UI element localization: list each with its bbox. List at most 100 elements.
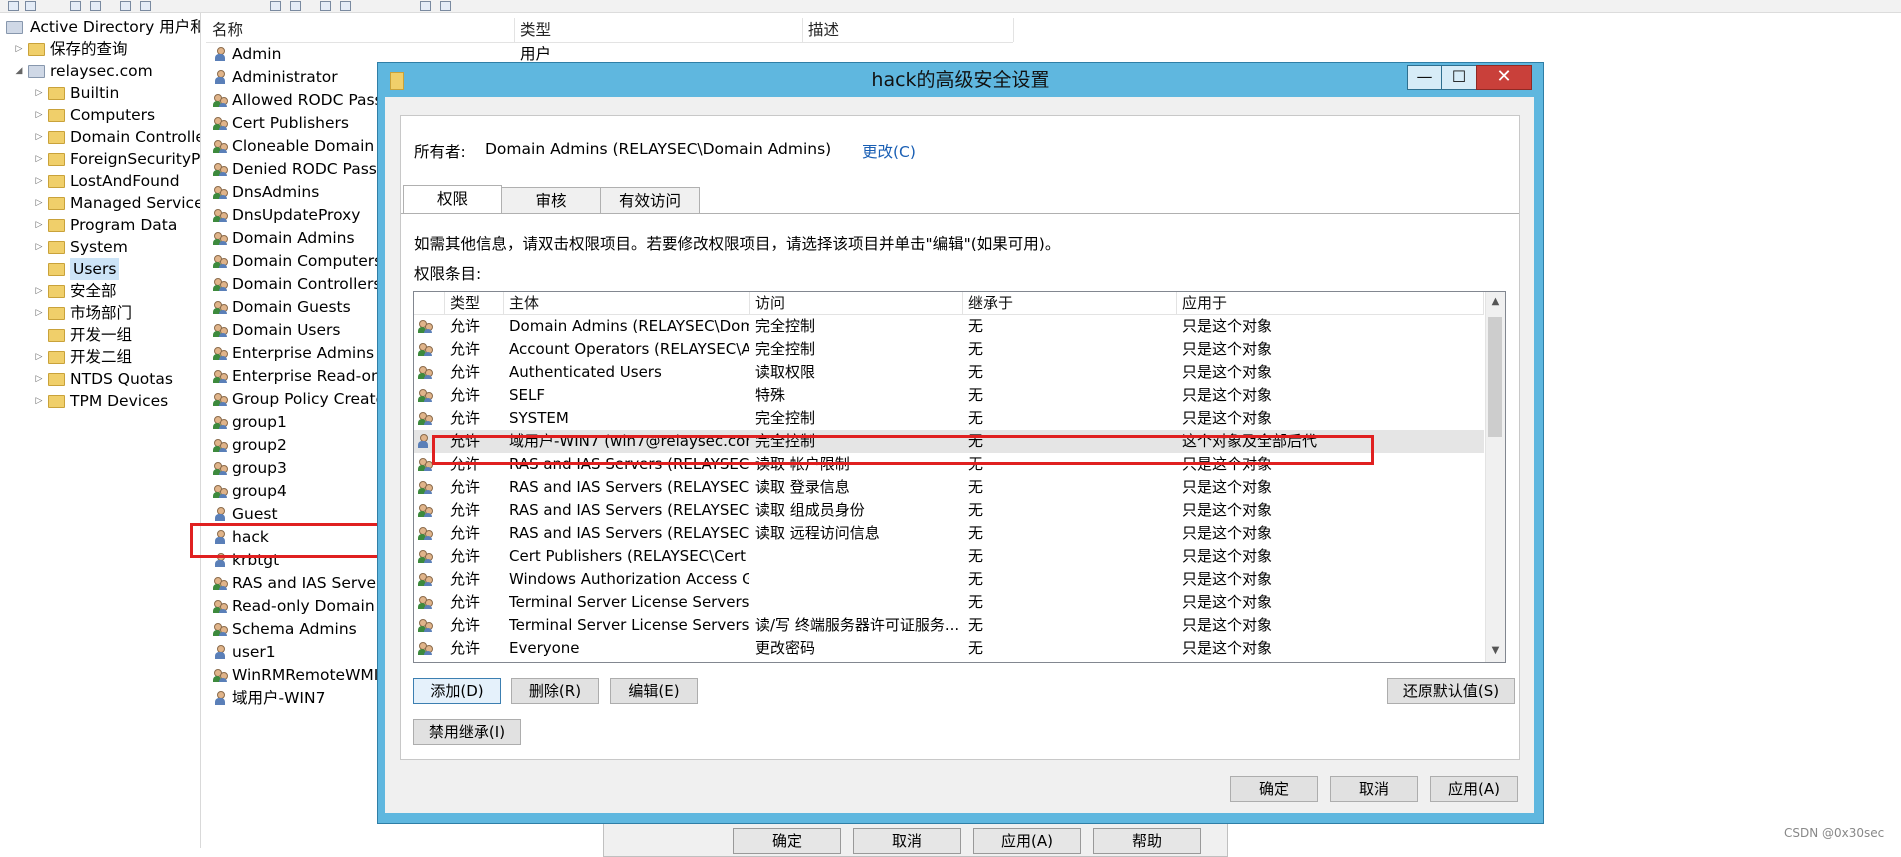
folder-icon — [48, 351, 65, 364]
permission-entry-row[interactable]: 允许 RAS and IAS Servers (RELAYSEC\... 读取 组成… — [414, 499, 1484, 522]
expand-arrow-icon[interactable]: ▷ — [34, 214, 44, 236]
entry-principal: Account Operators (RELAYSEC\A... — [509, 340, 749, 358]
expand-arrow-icon[interactable]: ▷ — [34, 346, 44, 368]
minimize-button[interactable]: — — [1407, 65, 1442, 90]
permission-entry-row[interactable]: 允许 Terminal Server License Servers (... 读/… — [414, 614, 1484, 637]
find-icon[interactable] — [440, 1, 451, 11]
permission-entry-row[interactable]: 允许 Domain Admins (RELAYSEC\Dom... 完全控制 无 只是这… — [414, 315, 1484, 338]
expand-arrow-icon[interactable]: ▷ — [34, 126, 44, 148]
scroll-down-arrow-icon[interactable]: ▼ — [1489, 645, 1502, 658]
list-item-name: group3 — [232, 459, 287, 477]
list-item-name: Domain Computers — [232, 252, 383, 270]
properties-icon[interactable] — [120, 1, 131, 11]
add-button[interactable]: 添加(D) — [413, 678, 501, 704]
tree-item-label: Computers — [70, 106, 156, 124]
scroll-up-arrow-icon[interactable]: ▲ — [1489, 296, 1502, 309]
refresh-icon[interactable] — [140, 1, 151, 11]
close-button[interactable]: ✕ — [1476, 65, 1532, 90]
tab-permissions[interactable]: 权限 — [403, 185, 502, 214]
expand-arrow-icon[interactable]: ▷ — [34, 390, 44, 412]
permission-entry-row[interactable]: 允许 SELF 特殊 无 只是这个对象 — [414, 384, 1484, 407]
group-icon — [213, 254, 228, 268]
user-add-icon[interactable] — [320, 1, 331, 11]
ok-button[interactable]: 确定 — [1230, 776, 1318, 802]
scrollbar-thumb[interactable] — [1488, 317, 1502, 437]
column-header-icon — [414, 292, 445, 314]
group-icon — [213, 277, 228, 291]
column-header-applies-to[interactable]: 应用于 — [1177, 292, 1484, 314]
back-icon[interactable] — [8, 1, 19, 11]
apply-button[interactable]: 应用(A) — [1430, 776, 1518, 802]
remove-button[interactable]: 删除(R) — [511, 678, 599, 704]
entry-type: 允许 — [450, 524, 481, 542]
column-header-name[interactable]: 名称 — [206, 18, 515, 42]
cancel-button[interactable]: 取消 — [1330, 776, 1418, 802]
export-icon[interactable] — [270, 1, 281, 11]
expand-arrow-icon[interactable]: ▷ — [34, 192, 44, 214]
restore-defaults-button[interactable]: 还原默认值(S) — [1387, 678, 1515, 704]
entry-principal: Terminal Server License Servers (... — [509, 616, 749, 634]
expand-arrow-icon[interactable]: ▷ — [14, 38, 24, 60]
entry-applies: 只是这个对象 — [1182, 639, 1273, 657]
tab-effective-access[interactable]: 有效访问 — [600, 187, 700, 214]
list-item-name: Schema Admins — [232, 620, 357, 638]
view-icon[interactable] — [90, 1, 101, 11]
group-icon — [418, 641, 433, 655]
entry-type: 允许 — [450, 593, 481, 611]
dialog-titlebar[interactable]: hack的高级安全设置 — ☐ ✕ — [378, 63, 1543, 97]
group-icon — [418, 526, 433, 540]
expand-arrow-icon[interactable]: ▷ — [34, 236, 44, 258]
dialog-title: hack的高级安全设置 — [871, 69, 1050, 91]
permission-entry-row[interactable]: 允许 Terminal Server License Servers (... 无 只… — [414, 591, 1484, 614]
entry-inherited: 无 — [968, 409, 984, 427]
tab-auditing[interactable]: 审核 — [501, 187, 601, 214]
filter-icon[interactable] — [420, 1, 431, 11]
expand-arrow-icon[interactable]: ▷ — [34, 302, 44, 324]
permission-entry-row[interactable]: 允许 Windows Authorization Access G... 无 只是这个… — [414, 568, 1484, 591]
expand-arrow-icon[interactable]: ▷ — [34, 104, 44, 126]
permission-entry-row[interactable]: 允许 RAS and IAS Servers (RELAYSEC\... 读取 登录… — [414, 476, 1484, 499]
column-header-type[interactable]: 类型 — [514, 18, 803, 42]
permission-entry-row[interactable]: 允许 Cert Publishers (RELAYSEC\Cert P... 无 只是… — [414, 545, 1484, 568]
tree-item-label: 安全部 — [70, 282, 117, 300]
group-icon — [213, 392, 228, 406]
tree-item-label: Managed Service — [70, 194, 201, 212]
column-header-type[interactable]: 类型 — [445, 292, 504, 314]
expand-arrow-icon[interactable]: ▷ — [34, 280, 44, 302]
group-icon — [213, 93, 228, 107]
list-item-name: Group Policy Creator — [232, 390, 392, 408]
permission-entry-row[interactable]: 允许 SYSTEM 完全控制 无 只是这个对象 — [414, 407, 1484, 430]
permission-entry-row[interactable]: 允许 RAS and IAS Servers (RELAYSEC\... 读取 远程… — [414, 522, 1484, 545]
expand-arrow-icon[interactable]: ▷ — [34, 148, 44, 170]
user-icon — [215, 691, 225, 705]
help-icon[interactable] — [290, 1, 301, 11]
vertical-scrollbar[interactable]: ▲ ▼ — [1485, 292, 1505, 662]
folder-icon — [48, 87, 65, 100]
column-header-access[interactable]: 访问 — [750, 292, 963, 314]
column-header-principal[interactable]: 主体 — [504, 292, 750, 314]
tree-item-label: 开发一组 — [70, 326, 133, 344]
list-item-name: Enterprise Admins — [232, 344, 375, 362]
entry-applies: 只是这个对象 — [1182, 593, 1273, 611]
list-item-name: RAS and IAS Servers — [232, 574, 391, 592]
entry-access: 读取权限 — [755, 363, 816, 381]
expand-arrow-icon[interactable]: ▷ — [34, 368, 44, 390]
forward-icon[interactable] — [25, 1, 36, 11]
permission-entry-row[interactable]: 允许 Authenticated Users 读取权限 无 只是这个对象 — [414, 361, 1484, 384]
folder-icon — [48, 373, 65, 386]
edit-button[interactable]: 编辑(E) — [610, 678, 698, 704]
change-owner-link[interactable]: 更改(C) — [862, 140, 916, 162]
group-add-icon[interactable] — [340, 1, 351, 11]
entry-inherited: 无 — [968, 593, 984, 611]
permission-entry-row[interactable]: 允许 Account Operators (RELAYSEC\A... 完全控制 无 只… — [414, 338, 1484, 361]
console-tree-icon[interactable] — [70, 1, 81, 11]
entry-access: 完全控制 — [755, 340, 816, 358]
column-header-description[interactable]: 描述 — [802, 18, 1014, 42]
disable-inheritance-button[interactable]: 禁用继承(I) — [413, 719, 521, 745]
expand-arrow-icon[interactable]: ▷ — [34, 82, 44, 104]
column-header-inherited-from[interactable]: 继承于 — [963, 292, 1177, 314]
permission-entry-row[interactable]: 允许 Everyone 更改密码 无 只是这个对象 — [414, 637, 1484, 660]
expand-arrow-icon[interactable]: ▷ — [34, 170, 44, 192]
expand-arrow-icon[interactable]: ◢ — [14, 60, 24, 82]
maximize-button[interactable]: ☐ — [1441, 65, 1477, 90]
